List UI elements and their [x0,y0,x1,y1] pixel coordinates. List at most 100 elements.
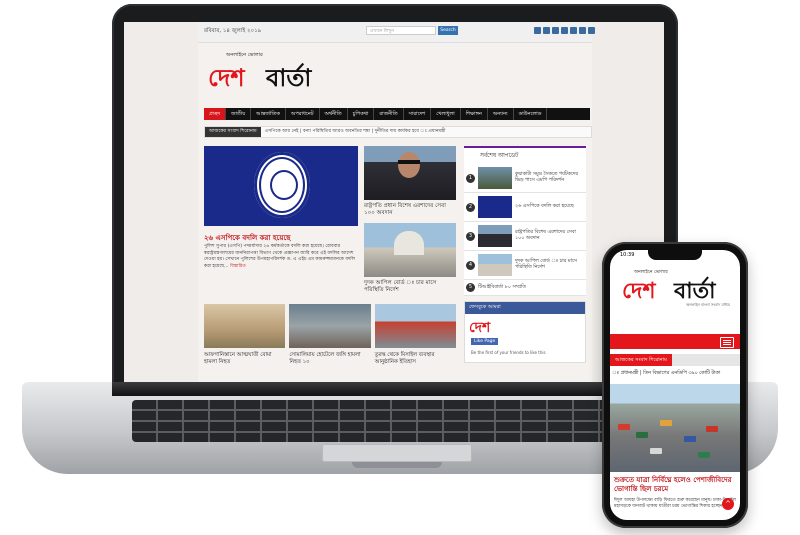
news-ticker: আজকের সংবাদ শিরোনাম এসপিকে আর নেই | বন্যা… [204,126,592,138]
latest-item-thumbnail [478,167,512,189]
nav-item[interactable]: প্রচ্ছদ [204,108,227,120]
social-links [534,27,595,34]
news-caption: তুরস্ক থেকে মিসাইল ব্যবস্থার আনুষ্ঠানিক … [374,352,435,365]
mobile-hero-photo[interactable] [610,384,740,472]
latest-item-number: 2 [466,202,475,212]
bus-shape [660,420,672,426]
bus-shape [618,424,630,430]
news-photo [204,304,286,348]
status-time: 10:39 [620,252,635,258]
site-logo[interactable]: অনলাইনে ভোলার দেশ বার্তা [208,52,338,92]
latest-item-text: দুদক আপিল বোর্ড ঃ চার মাসে পরিস্থিতি নির… [515,259,577,270]
news-photo [364,223,456,277]
youtube-icon[interactable] [561,27,568,34]
latest-item-number: 3 [466,231,475,241]
latest-sidebar: সর্বশেষ আপডেট 1 কুয়াকাটা সমুদ্র সৈকতে পর… [464,146,586,363]
instagram-icon[interactable] [588,27,595,34]
hero-image-police-seal[interactable] [204,146,358,226]
nav-item[interactable]: ডাউনলোড [514,108,548,120]
latest-item-thumbnail [478,225,512,247]
mobile-ticker-text[interactable]: ঃ প্রধানমন্ত্রী | তিন বিভাগের এনডিপি ৩৯০… [612,370,720,378]
rss-icon[interactable] [579,27,586,34]
phone-frame: 10:39 অনলাইনে ভোলার দেশ বার্তা অনলাইন বা… [602,242,748,528]
nav-item[interactable]: সারাদেশ [404,108,432,120]
search-input[interactable]: এখানে লিখুন [366,26,436,35]
nav-item[interactable]: রাজনীতি [374,108,404,120]
mobile-logo-subtitle: অনলাইন বাংলা সংবাদ মাধ্যম [686,302,731,307]
middle-column: রাষ্ট্রপতি প্রধান বিশেষ এরশাদের সেবা ১০০… [364,146,456,300]
latest-item-thumbnail [478,254,512,276]
hamburger-menu-icon[interactable] [720,337,734,348]
hero-excerpt: পুলিশ সুপার (এসপি) পদমর্যাদার ২৬ কর্মকর্… [204,244,358,270]
laptop-hinge [112,382,678,396]
news-card[interactable]: সোমালিয়ায় হোটেলে জঙ্গি হামলা নিহত ১০ [289,304,371,366]
news-photo [364,146,456,200]
phone-notch [648,250,702,260]
laptop-trackpad [322,444,472,462]
bus-shape [636,432,648,438]
nav-item[interactable]: খেলাধুলা [431,108,461,120]
latest-item-number: 4 [466,260,475,270]
bus-shape [684,436,696,442]
latest-item[interactable]: 5 টিআইবিবার্তা ৮০ সম্প্রতি [464,280,586,296]
facebook-page-logo: দেশ [469,320,491,336]
linkedin-icon[interactable] [570,27,577,34]
news-caption: সোমালিয়ায় হোটেলে জঙ্গি হামলা নিহত ১০ [289,352,361,365]
date-text: রবিবার, ১৪ জুলাই ২০১৯ [204,28,262,34]
logo-tagline: অনলাইনে ভোলার [226,52,263,58]
nav-item[interactable]: আন্তর্জাতিক [251,108,287,120]
latest-item[interactable]: 2 ২৬ এসপিকে বদলি করা হয়েছে [464,193,586,222]
search-button[interactable]: Search [438,26,458,35]
news-photo [289,304,371,348]
latest-item-text: রাষ্ট্রপতির বিশেষ এরশাদের সেবা ১০০ অবদান [515,230,576,241]
latest-item[interactable]: 1 কুয়াকাটা সমুদ্র সৈকতে পর্যটকদের ভিড় প… [464,164,586,193]
latest-item-thumbnail [478,196,512,218]
hero-headline[interactable]: ২৬ এসপিকে বদলি করা হয়েছে [204,232,291,244]
scroll-top-button[interactable]: ^ [722,498,734,510]
nav-item[interactable]: জাতীয় [226,108,252,120]
top-bar: রবিবার, ১৪ জুলাই ২০১৯ এখানে লিখুন Search [198,22,595,43]
news-card[interactable]: তুরস্ক থেকে মিসাইল ব্যবস্থার আনুষ্ঠানিক … [374,304,456,366]
bus-shape [698,452,710,458]
latest-item-number: 1 [466,173,475,183]
facebook-widget: ফেসবুকে আমরা দেশ Like Page Be the first … [464,301,586,363]
mobile-site-logo[interactable]: অনলাইনে ভোলার দেশ বার্তা অনলাইন বাংলা সং… [622,268,732,308]
logo-word-desh: দেশ [208,63,245,92]
news-caption: রাষ্ট্রপতি প্রধান বিশেষ এরশাদের সেবা ১০০… [364,203,446,216]
facebook-icon[interactable] [534,27,541,34]
news-card[interactable]: রাষ্ট্রপতি প্রধান বিশেষ এরশাদের সেবা ১০০… [364,146,456,217]
mobile-ticker-bar: আজকের সংবাদ শিরোনাম [610,354,740,366]
mobile-website: 10:39 অনলাইনে ভোলার দেশ বার্তা অনলাইন বা… [610,250,740,520]
bus-shape [650,448,662,454]
nav-item[interactable]: শিক্ষাঙ্গন [461,108,488,120]
like-page-button[interactable]: Like Page [471,338,499,345]
bus-shape [706,426,718,432]
latest-item[interactable]: 3 রাষ্ট্রপতির বিশেষ এরশাদের সেবা ১০০ অবদা… [464,222,586,251]
nav-item[interactable]: অপরাধনেট [286,108,320,120]
mobile-menu-bar [610,334,740,349]
nav-item[interactable]: চুপিকথা [348,108,375,120]
read-more-link[interactable]: বিস্তারিত [230,264,246,269]
googleplus-icon[interactable] [552,27,559,34]
latest-item[interactable]: 4 দুদক আপিল বোর্ড ঃ চার মাসে পরিস্থিতি নি… [464,251,586,280]
laptop-screen: রবিবার, ১৪ জুলাই ২০১৯ এখানে লিখুন Search… [124,22,664,384]
laptop-notch [352,462,442,468]
logo-word-barta: বার্তা [266,63,312,92]
news-photo [374,304,456,348]
mobile-headline[interactable]: শুক্রতে যাত্রা নির্বিঘ্নে হলেও পেশাজীবিদ… [614,476,738,494]
bottom-news-row: আফগানিস্তানে আত্মঘাতী বোমা হামলা নিহত সো… [204,304,456,366]
ticker-text[interactable]: এসপিকে আর নেই | বন্যা পরিস্থিতির আরও অবন… [261,129,446,134]
twitter-icon[interactable] [543,27,550,34]
nav-item[interactable]: অন্যান্য [488,108,514,120]
nav-item[interactable]: অর্থনীতি [320,108,348,120]
latest-item-text: কুয়াকাটা সমুদ্র সৈকতে পর্যটকদের ভিড় পা… [515,172,578,183]
hero-excerpt-text: পুলিশ সুপার (এসপি) পদমর্যাদার ২৬ কর্মকর্… [204,244,356,269]
latest-item-text: ২৬ এসপিকে বদলি করা হয়েছে [515,204,574,209]
police-seal-icon [254,152,310,218]
latest-item-text: টিআইবিবার্তা ৮০ সম্প্রতি [478,284,527,290]
latest-item-number: 5 [466,283,475,292]
news-card[interactable]: আফগানিস্তানে আত্মঘাতী বোমা হামলা নিহত [204,304,286,366]
latest-list: 1 কুয়াকাটা সমুদ্র সৈকতে পর্যটকদের ভিড় প… [464,164,586,296]
news-card[interactable]: দুদক আপিল বোর্ড ঃ চার মাসে পরিস্থিতি নির… [364,223,456,294]
mobile-logo-word-desh: দেশ [622,278,656,304]
